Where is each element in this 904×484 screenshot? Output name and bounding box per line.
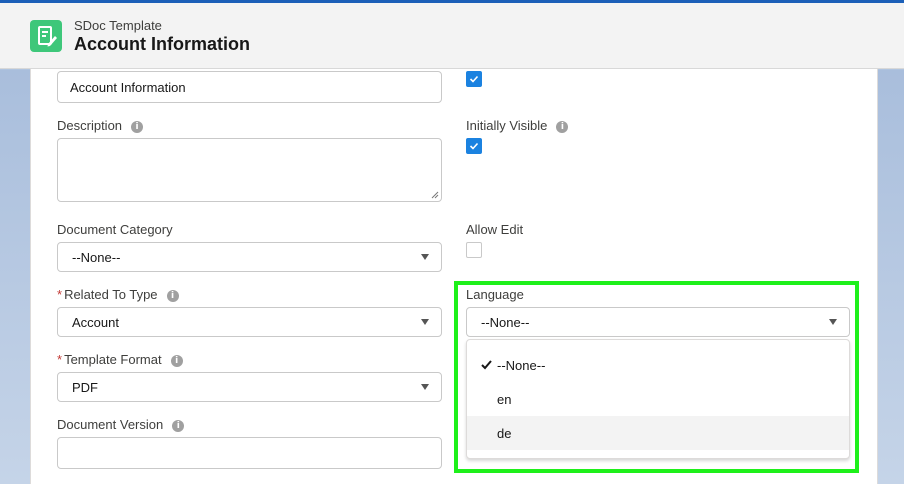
related-to-type-select[interactable]: Account [57,307,442,337]
chevron-down-icon [421,384,429,390]
allow-edit-checkbox[interactable] [466,242,482,258]
document-category-value: --None-- [72,249,121,265]
info-icon[interactable]: i [166,290,179,302]
top-checkbox[interactable] [466,71,482,87]
background-right [874,70,904,484]
template-name-value: Account Information [70,79,186,95]
checkmark-icon [469,75,479,83]
info-icon[interactable]: i [556,121,569,133]
object-label: SDoc Template [74,18,162,33]
description-textarea[interactable] [57,138,442,202]
related-to-type-value: Account [72,314,119,330]
background-left [0,70,30,484]
highlight-box [454,281,859,473]
chevron-down-icon [421,254,429,260]
document-version-label: Document Version i [57,417,185,432]
template-format-value: PDF [72,379,98,395]
document-category-select[interactable]: --None-- [57,242,442,272]
record-header: SDoc Template Account Information [0,0,904,69]
document-version-input[interactable] [57,437,442,469]
page-title: Account Information [74,34,250,54]
document-edit-icon [30,20,62,52]
info-icon[interactable]: i [170,355,183,367]
checkmark-icon [469,142,479,150]
initially-visible-label: Initially Visible i [466,118,569,133]
template-format-select[interactable]: PDF [57,372,442,402]
required-indicator: * [57,287,63,302]
document-category-label: Document Category [57,222,173,237]
related-to-type-label: * Related To Type i [57,287,179,302]
initially-visible-checkbox[interactable] [466,138,482,154]
template-format-label: * Template Format i [57,352,183,367]
info-icon[interactable]: i [131,121,144,133]
allow-edit-label: Allow Edit [466,222,524,237]
info-icon[interactable]: i [172,420,185,432]
resize-handle-icon[interactable] [431,191,439,199]
description-label: Description i [57,118,144,133]
template-name-input[interactable]: Account Information [57,71,442,103]
required-indicator: * [57,352,63,367]
chevron-down-icon [421,319,429,325]
